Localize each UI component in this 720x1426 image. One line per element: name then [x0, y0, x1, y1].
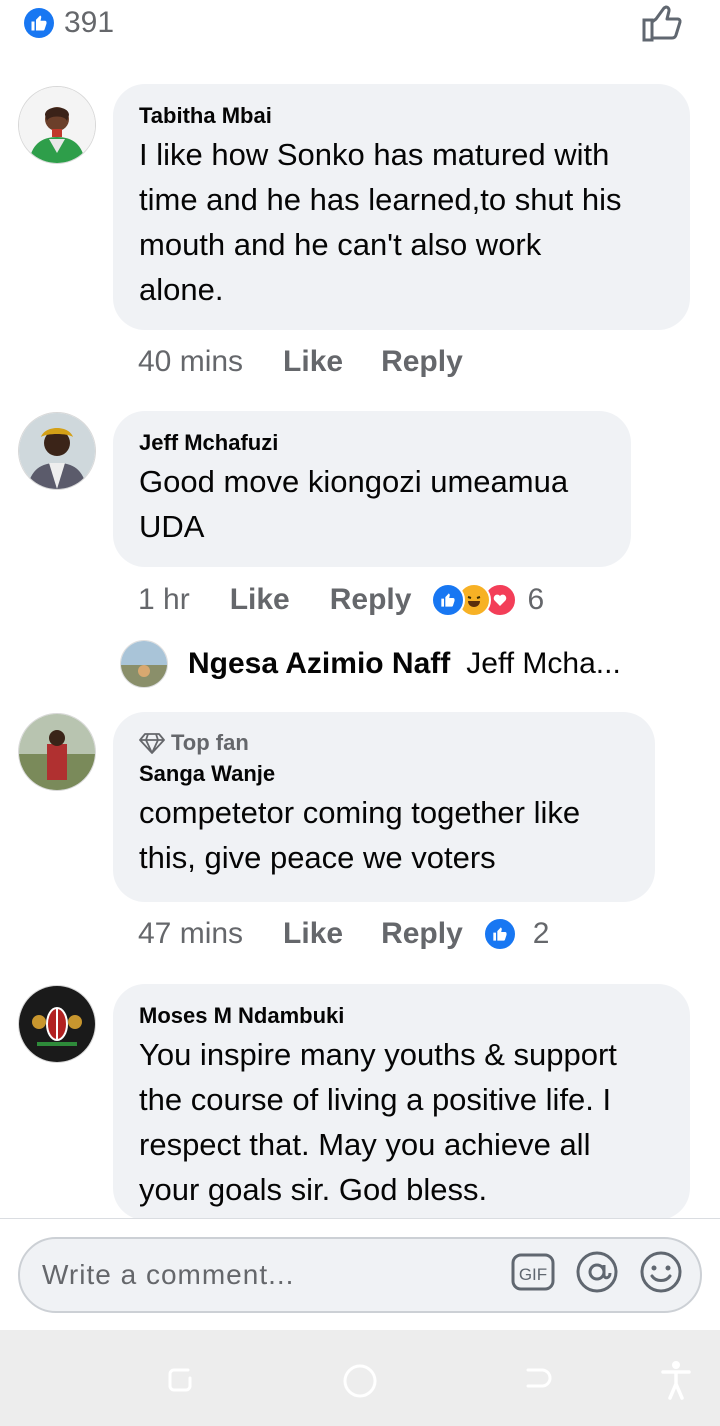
reply-text: Jeff Mcha... [466, 647, 621, 680]
comment-bubble[interactable]: Jeff Mchafuzi Good move kiongozi umeamua… [113, 411, 631, 567]
comment-author[interactable]: Jeff Mchafuzi [139, 427, 605, 459]
smiley-icon [640, 1251, 682, 1293]
comment-line: Good move kiongozi umeamua [139, 464, 569, 499]
comment-author[interactable]: Sanga Wanje [139, 758, 629, 790]
comment-composer: Write a comment... GIF [0, 1218, 720, 1331]
reply-author[interactable]: Ngesa Azimio Naff [188, 647, 450, 681]
like-reaction-icon [431, 583, 466, 617]
accessibility-icon[interactable] [660, 1360, 692, 1400]
comment-bubble[interactable]: Moses M Ndambuki You inspire many youths… [113, 984, 690, 1220]
avatar[interactable] [18, 412, 96, 490]
comment-line: alone. [139, 272, 224, 307]
comment-input[interactable]: Write a comment... GIF [18, 1237, 702, 1313]
top-fan-badge: Top fan [139, 728, 629, 758]
comment-author[interactable]: Moses M Ndambuki [139, 1000, 664, 1032]
avatar[interactable] [18, 985, 96, 1063]
recent-apps-icon[interactable] [164, 1364, 196, 1396]
like-comment-button[interactable]: Like [230, 583, 290, 617]
comment-line: your goals sir. God bless. [139, 1172, 488, 1207]
thumbs-up-outline-icon [642, 5, 682, 42]
comment-author[interactable]: Tabitha Mbai [139, 100, 664, 132]
badge-label: Top fan [171, 730, 249, 755]
comment-timestamp[interactable]: 40 mins [138, 345, 243, 379]
comment-actions: 1 hr Like Reply 6 [138, 583, 544, 617]
like-reaction-icon [24, 8, 54, 38]
comment-line: UDA [139, 509, 205, 544]
reactions-summary[interactable]: 391 [24, 6, 114, 40]
comment-actions: 40 mins Like Reply [138, 345, 463, 379]
back-icon[interactable] [522, 1364, 554, 1396]
reply-button[interactable]: Reply [330, 583, 412, 617]
emoji-button[interactable] [638, 1249, 684, 1295]
avatar[interactable] [18, 713, 96, 791]
reaction-count: 391 [64, 6, 115, 39]
comment-line: time and he has learned,to shut his [139, 182, 622, 217]
comment-bubble[interactable]: Tabitha Mbai I like how Sonko has mature… [113, 84, 690, 330]
reactions-summary-bar: 391 [0, 0, 720, 60]
avatar[interactable] [18, 86, 96, 164]
comment-text: I like how Sonko has matured with time a… [139, 132, 664, 312]
like-comment-button[interactable]: Like [283, 345, 343, 379]
gif-button[interactable]: GIF [510, 1249, 556, 1295]
reply-button[interactable]: Reply [381, 345, 463, 379]
reaction-count: 6 [527, 583, 545, 616]
comment-line: this, give peace we voters [139, 840, 496, 875]
like-post-button[interactable] [640, 2, 686, 44]
comment-actions: 47 mins Like Reply 2 [138, 917, 549, 951]
comment-text: Good move kiongozi umeamua UDA [139, 459, 605, 549]
comment-timestamp[interactable]: 47 mins [138, 917, 243, 951]
comment-line: mouth and he can't also work [139, 227, 542, 262]
comment-timestamp[interactable]: 1 hr [138, 583, 190, 617]
comment-line: You inspire many youths & support [139, 1037, 617, 1072]
system-navigation-bar [0, 1330, 720, 1426]
svg-text:GIF: GIF [519, 1265, 547, 1284]
mention-button[interactable] [574, 1249, 620, 1295]
reply-button[interactable]: Reply [381, 917, 463, 951]
like-reaction-icon [482, 917, 517, 951]
avatar [120, 640, 168, 688]
comment-bubble[interactable]: Top fan Sanga Wanje competetor coming to… [113, 712, 655, 902]
at-sign-icon [576, 1251, 618, 1293]
comment-line: I like how Sonko has matured with [139, 137, 610, 172]
comment-reactions[interactable]: 6 [431, 583, 544, 617]
reply-preview[interactable]: Ngesa Azimio Naff Jeff Mcha... [120, 640, 621, 688]
gif-icon: GIF [511, 1253, 555, 1291]
comment-reactions[interactable]: 2 [482, 917, 550, 951]
comment-line: competetor coming together like [139, 795, 581, 830]
comment-line: respect that. May you achieve all [139, 1127, 591, 1162]
reaction-count: 2 [532, 917, 550, 950]
comment-input-placeholder: Write a comment... [42, 1259, 295, 1290]
comment-line: the course of living a positive life. I [139, 1082, 612, 1117]
diamond-icon [139, 733, 165, 754]
home-icon[interactable] [342, 1363, 378, 1399]
comment-text: competetor coming together like this, gi… [139, 790, 629, 880]
comment-text: You inspire many youths & support the co… [139, 1032, 664, 1212]
like-comment-button[interactable]: Like [283, 917, 343, 951]
